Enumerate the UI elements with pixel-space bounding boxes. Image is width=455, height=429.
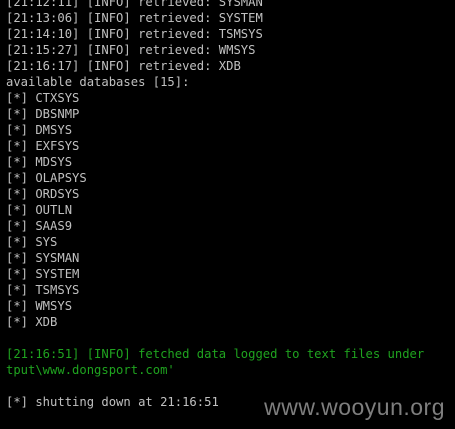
database-item: [*] DMSYS: [6, 123, 73, 137]
log-line: [21:15:27] [INFO] retrieved: WMSYS: [6, 43, 256, 57]
fetched-data-line: [21:16:51] [INFO] fetched data logged to…: [6, 347, 425, 361]
log-line: [21:13:06] [INFO] retrieved: SYSTEM: [6, 11, 263, 25]
database-item: [*] SYSMAN: [6, 251, 80, 265]
database-item: [*] WMSYS: [6, 299, 73, 313]
database-item: [*] ORDSYS: [6, 187, 80, 201]
database-item: [*] TSMSYS: [6, 283, 80, 297]
database-item: [*] SAAS9: [6, 219, 73, 233]
database-item: [*] OLAPSYS: [6, 171, 87, 185]
database-item: [*] SYSTEM: [6, 267, 80, 281]
terminal-output: [21:12:11] [INFO] retrieved: SYSMAN [21:…: [6, 0, 455, 429]
log-line: [21:12:11] [INFO] retrieved: SYSMAN: [6, 0, 263, 9]
database-item: [*] SYS: [6, 235, 58, 249]
database-item: [*] OUTLN: [6, 203, 73, 217]
database-item: [*] DBSNMP: [6, 107, 80, 121]
database-item: [*] EXFSYS: [6, 139, 80, 153]
databases-header: available databases [15]:: [6, 75, 190, 89]
log-line: [21:14:10] [INFO] retrieved: TSMSYS: [6, 27, 263, 41]
watermark-logo: www.wooyun.org: [264, 394, 445, 420]
database-item: [*] CTXSYS: [6, 91, 80, 105]
database-item: [*] XDB: [6, 315, 58, 329]
log-line: [21:16:17] [INFO] retrieved: XDB: [6, 59, 241, 73]
database-item: [*] MDSYS: [6, 155, 73, 169]
fetched-data-path-line: tput\www.dongsport.com': [6, 363, 175, 377]
